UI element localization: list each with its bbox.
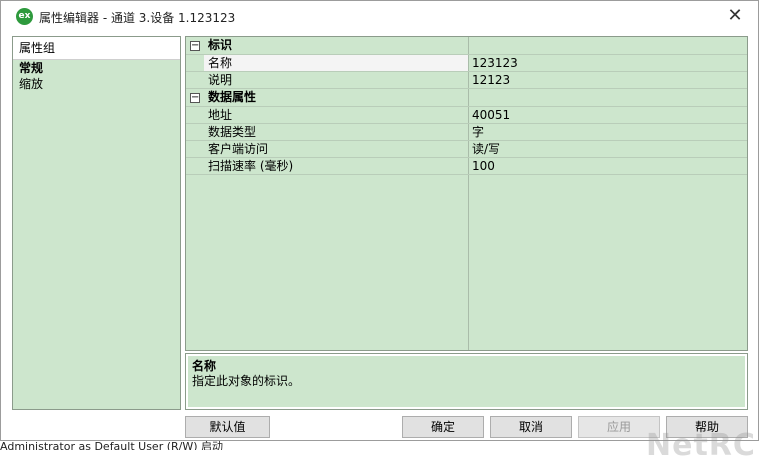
- property-name: 扫描速率 (毫秒): [208, 159, 294, 173]
- property-group-list[interactable]: 属性组 常规 缩放: [12, 36, 181, 410]
- collapse-icon[interactable]: −: [190, 41, 200, 51]
- property-value[interactable]: 12123: [472, 72, 510, 88]
- property-grid[interactable]: − 标识 名称 123123 说明 12123 − 数据属性 地址 40051 …: [185, 36, 748, 351]
- watermark: NetRC: [646, 428, 756, 463]
- property-row-data-type[interactable]: 数据类型 字: [186, 124, 747, 141]
- window-title: 属性编辑器 - 通道 3.设备 1.123123: [39, 11, 236, 25]
- category-data-properties[interactable]: − 数据属性: [186, 89, 747, 107]
- property-name: 说明: [208, 73, 233, 87]
- property-group-header: 属性组: [13, 37, 180, 60]
- defaults-button[interactable]: 默认值: [185, 416, 270, 438]
- property-row-name[interactable]: 名称 123123: [186, 55, 747, 72]
- property-value[interactable]: 40051: [472, 107, 510, 123]
- property-value[interactable]: 字: [472, 124, 484, 140]
- description-panel: 名称 指定此对象的标识。: [185, 353, 748, 410]
- property-editor-dialog: ex 属性编辑器 - 通道 3.设备 1.123123 ✕ 属性组 常规 缩放 …: [0, 0, 759, 463]
- description-content: 名称 指定此对象的标识。: [188, 356, 745, 407]
- close-button[interactable]: ✕: [712, 1, 758, 31]
- property-value[interactable]: 100: [472, 158, 495, 174]
- collapse-icon[interactable]: −: [190, 93, 200, 103]
- property-row-client-access[interactable]: 客户端访问 读/写: [186, 141, 747, 158]
- property-name: 数据类型: [208, 125, 257, 139]
- description-text: 指定此对象的标识。: [192, 374, 301, 388]
- property-row-address[interactable]: 地址 40051: [186, 107, 747, 124]
- title-bar[interactable]: ex 属性编辑器 - 通道 3.设备 1.123123 ✕: [1, 1, 758, 33]
- cancel-button[interactable]: 取消: [490, 416, 572, 438]
- property-value[interactable]: 读/写: [472, 141, 500, 157]
- category-identification[interactable]: − 标识: [186, 37, 747, 55]
- property-name: 客户端访问: [208, 142, 269, 156]
- property-row-description[interactable]: 说明 12123: [186, 72, 747, 89]
- category-label: 标识: [208, 38, 233, 52]
- property-name: 地址: [208, 108, 233, 122]
- property-row-scan-rate[interactable]: 扫描速率 (毫秒) 100: [186, 158, 747, 175]
- group-item-general[interactable]: 常规: [13, 60, 180, 76]
- ok-button[interactable]: 确定: [402, 416, 484, 438]
- property-name: 名称: [204, 55, 468, 71]
- property-value[interactable]: 123123: [472, 55, 518, 71]
- group-item-scaling[interactable]: 缩放: [13, 76, 180, 92]
- dialog-body: 属性组 常规 缩放 − 标识 名称 123123 说明 12123 − 数据属性: [1, 33, 758, 463]
- category-label: 数据属性: [208, 90, 257, 104]
- description-title: 名称: [192, 359, 217, 373]
- app-icon: ex: [16, 8, 33, 25]
